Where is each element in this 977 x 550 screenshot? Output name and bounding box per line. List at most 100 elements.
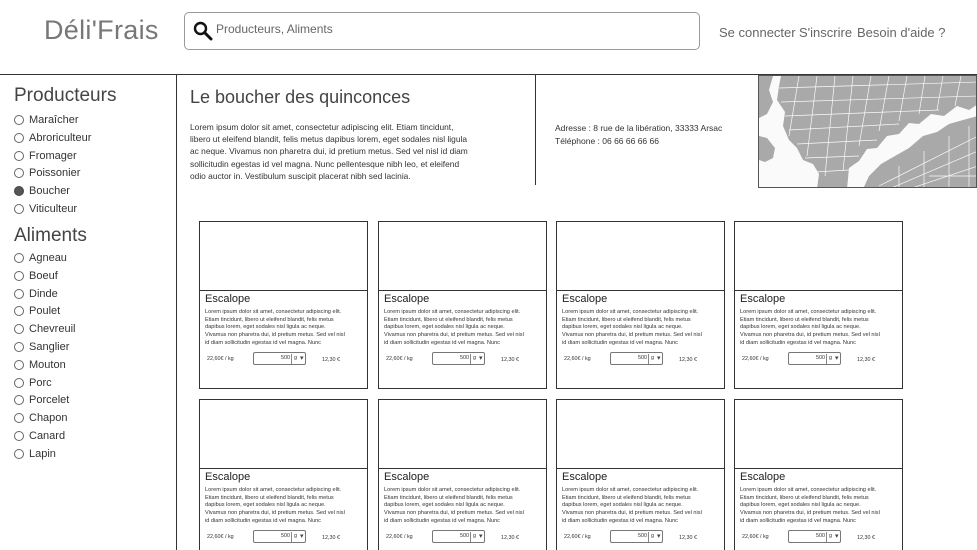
search-bar[interactable] bbox=[184, 12, 700, 50]
producteur-option[interactable]: Maraîcher bbox=[14, 112, 79, 128]
product-card[interactable]: Escalope Lorem ipsum dolor sit amet, cons… bbox=[734, 399, 903, 550]
product-title[interactable]: Escalope bbox=[740, 293, 785, 305]
chevron-down-icon[interactable]: ▾ bbox=[300, 354, 304, 362]
product-title[interactable]: Escalope bbox=[384, 471, 429, 483]
radio-label: Sanglier bbox=[29, 341, 70, 353]
radio-button[interactable] bbox=[14, 395, 24, 406]
aliment-option[interactable]: Chapon bbox=[14, 410, 68, 426]
product-card[interactable]: Escalope Lorem ipsum dolor sit amet, cons… bbox=[378, 399, 547, 550]
search-icon[interactable] bbox=[193, 21, 213, 41]
quantity-divider bbox=[470, 532, 471, 542]
product-card[interactable]: Escalope Lorem ipsum dolor sit amet, cons… bbox=[556, 399, 725, 550]
aliment-option[interactable]: Canard bbox=[14, 428, 65, 444]
quantity-value[interactable]: 500 bbox=[611, 533, 647, 539]
product-image[interactable] bbox=[557, 400, 724, 469]
radio-button[interactable] bbox=[14, 359, 24, 370]
product-card[interactable]: Escalope Lorem ipsum dolor sit amet, cons… bbox=[734, 221, 903, 389]
aliment-option[interactable]: Sanglier bbox=[14, 339, 69, 355]
quantity-value[interactable]: 500 bbox=[254, 533, 290, 539]
aliment-option[interactable]: Poulet bbox=[14, 303, 60, 319]
radio-button[interactable] bbox=[14, 186, 24, 197]
chevron-down-icon[interactable]: ▾ bbox=[657, 532, 661, 540]
radio-button[interactable] bbox=[14, 448, 24, 459]
quantity-value[interactable]: 500 bbox=[789, 533, 825, 539]
chevron-down-icon[interactable]: ▾ bbox=[657, 354, 661, 362]
chevron-down-icon[interactable]: ▾ bbox=[835, 354, 839, 362]
logo[interactable]: Déli'Frais bbox=[44, 15, 159, 46]
product-description: Lorem ipsum dolor sit amet, consectetur … bbox=[384, 309, 524, 346]
quantity-value[interactable]: 500 bbox=[254, 355, 290, 361]
chevron-down-icon[interactable]: ▾ bbox=[479, 532, 483, 540]
quantity-value[interactable]: 500 bbox=[433, 355, 469, 361]
aliment-option[interactable]: Porc bbox=[14, 375, 52, 391]
product-card[interactable]: Escalope Lorem ipsum dolor sit amet, cons… bbox=[199, 221, 368, 389]
quantity-selector[interactable]: 500 g ▾ bbox=[788, 530, 841, 543]
radio-button[interactable] bbox=[14, 150, 24, 161]
product-title[interactable]: Escalope bbox=[562, 471, 607, 483]
quantity-selector[interactable]: 500 g ▾ bbox=[610, 530, 663, 543]
product-title[interactable]: Escalope bbox=[205, 471, 250, 483]
radio-button[interactable] bbox=[14, 288, 24, 299]
search-input[interactable] bbox=[216, 22, 686, 36]
product-title[interactable]: Escalope bbox=[562, 293, 607, 305]
aliment-option[interactable]: Boeuf bbox=[14, 268, 58, 284]
radio-button[interactable] bbox=[14, 306, 24, 317]
radio-button[interactable] bbox=[14, 253, 24, 263]
product-title[interactable]: Escalope bbox=[384, 293, 429, 305]
radio-button[interactable] bbox=[14, 168, 24, 179]
radio-button[interactable] bbox=[14, 431, 24, 441]
radio-button[interactable] bbox=[14, 377, 24, 388]
aliment-option[interactable]: Dinde bbox=[14, 286, 58, 302]
quantity-selector[interactable]: 500 g ▾ bbox=[788, 352, 841, 365]
quantity-selector[interactable]: 500 g ▾ bbox=[253, 530, 306, 543]
quantity-selector[interactable]: 500 g ▾ bbox=[432, 352, 485, 365]
producteur-option[interactable]: Viticulteur bbox=[14, 201, 77, 217]
product-image[interactable] bbox=[379, 400, 546, 469]
producteur-option[interactable]: Poissonier bbox=[14, 165, 80, 181]
quantity-selector[interactable]: 500 g ▾ bbox=[432, 530, 485, 543]
radio-button[interactable] bbox=[14, 132, 24, 143]
aliment-option[interactable]: Agneau bbox=[14, 250, 67, 266]
producer-address: Adresse : 8 rue de la libération, 33333 … bbox=[555, 123, 723, 133]
chevron-down-icon[interactable]: ▾ bbox=[479, 354, 483, 362]
signup-link[interactable]: S'inscrire bbox=[799, 25, 852, 40]
product-image[interactable] bbox=[379, 222, 546, 291]
aliment-option[interactable]: Mouton bbox=[14, 357, 66, 373]
aliment-option[interactable]: Chevreuil bbox=[14, 321, 75, 337]
unit-label: g bbox=[829, 355, 832, 361]
radio-button[interactable] bbox=[14, 115, 24, 125]
map[interactable] bbox=[758, 75, 977, 188]
quantity-value[interactable]: 500 bbox=[611, 355, 647, 361]
product-image[interactable] bbox=[557, 222, 724, 291]
quantity-selector[interactable]: 500 g ▾ bbox=[253, 352, 306, 365]
aliment-option[interactable]: Porcelet bbox=[14, 392, 69, 408]
quantity-value[interactable]: 500 bbox=[789, 355, 825, 361]
product-image[interactable] bbox=[200, 222, 367, 291]
producteur-option[interactable]: Fromager bbox=[14, 148, 77, 164]
radio-button[interactable] bbox=[14, 270, 24, 281]
quantity-divider bbox=[470, 354, 471, 364]
radio-button[interactable] bbox=[14, 413, 24, 424]
map-image[interactable] bbox=[759, 76, 977, 188]
quantity-selector[interactable]: 500 g ▾ bbox=[610, 352, 663, 365]
chevron-down-icon[interactable]: ▾ bbox=[835, 532, 839, 540]
radio-button[interactable] bbox=[14, 324, 24, 335]
product-card[interactable]: Escalope Lorem ipsum dolor sit amet, cons… bbox=[199, 399, 368, 550]
total-price: 12,30 € bbox=[322, 535, 340, 541]
help-link[interactable]: Besoin d'aide ? bbox=[857, 25, 946, 40]
radio-button[interactable] bbox=[14, 204, 24, 214]
product-card[interactable]: Escalope Lorem ipsum dolor sit amet, cons… bbox=[556, 221, 725, 389]
radio-button[interactable] bbox=[14, 342, 24, 352]
quantity-value[interactable]: 500 bbox=[433, 533, 469, 539]
chevron-down-icon[interactable]: ▾ bbox=[300, 532, 304, 540]
product-title[interactable]: Escalope bbox=[205, 293, 250, 305]
aliment-option[interactable]: Lapin bbox=[14, 446, 56, 462]
product-image[interactable] bbox=[735, 400, 902, 469]
producteur-option[interactable]: Abroriculteur bbox=[14, 130, 91, 146]
producteur-option[interactable]: Boucher bbox=[14, 183, 70, 199]
login-link[interactable]: Se connecter bbox=[719, 25, 796, 40]
product-card[interactable]: Escalope Lorem ipsum dolor sit amet, cons… bbox=[378, 221, 547, 389]
product-title[interactable]: Escalope bbox=[740, 471, 785, 483]
product-image[interactable] bbox=[735, 222, 902, 291]
product-image[interactable] bbox=[200, 400, 367, 469]
